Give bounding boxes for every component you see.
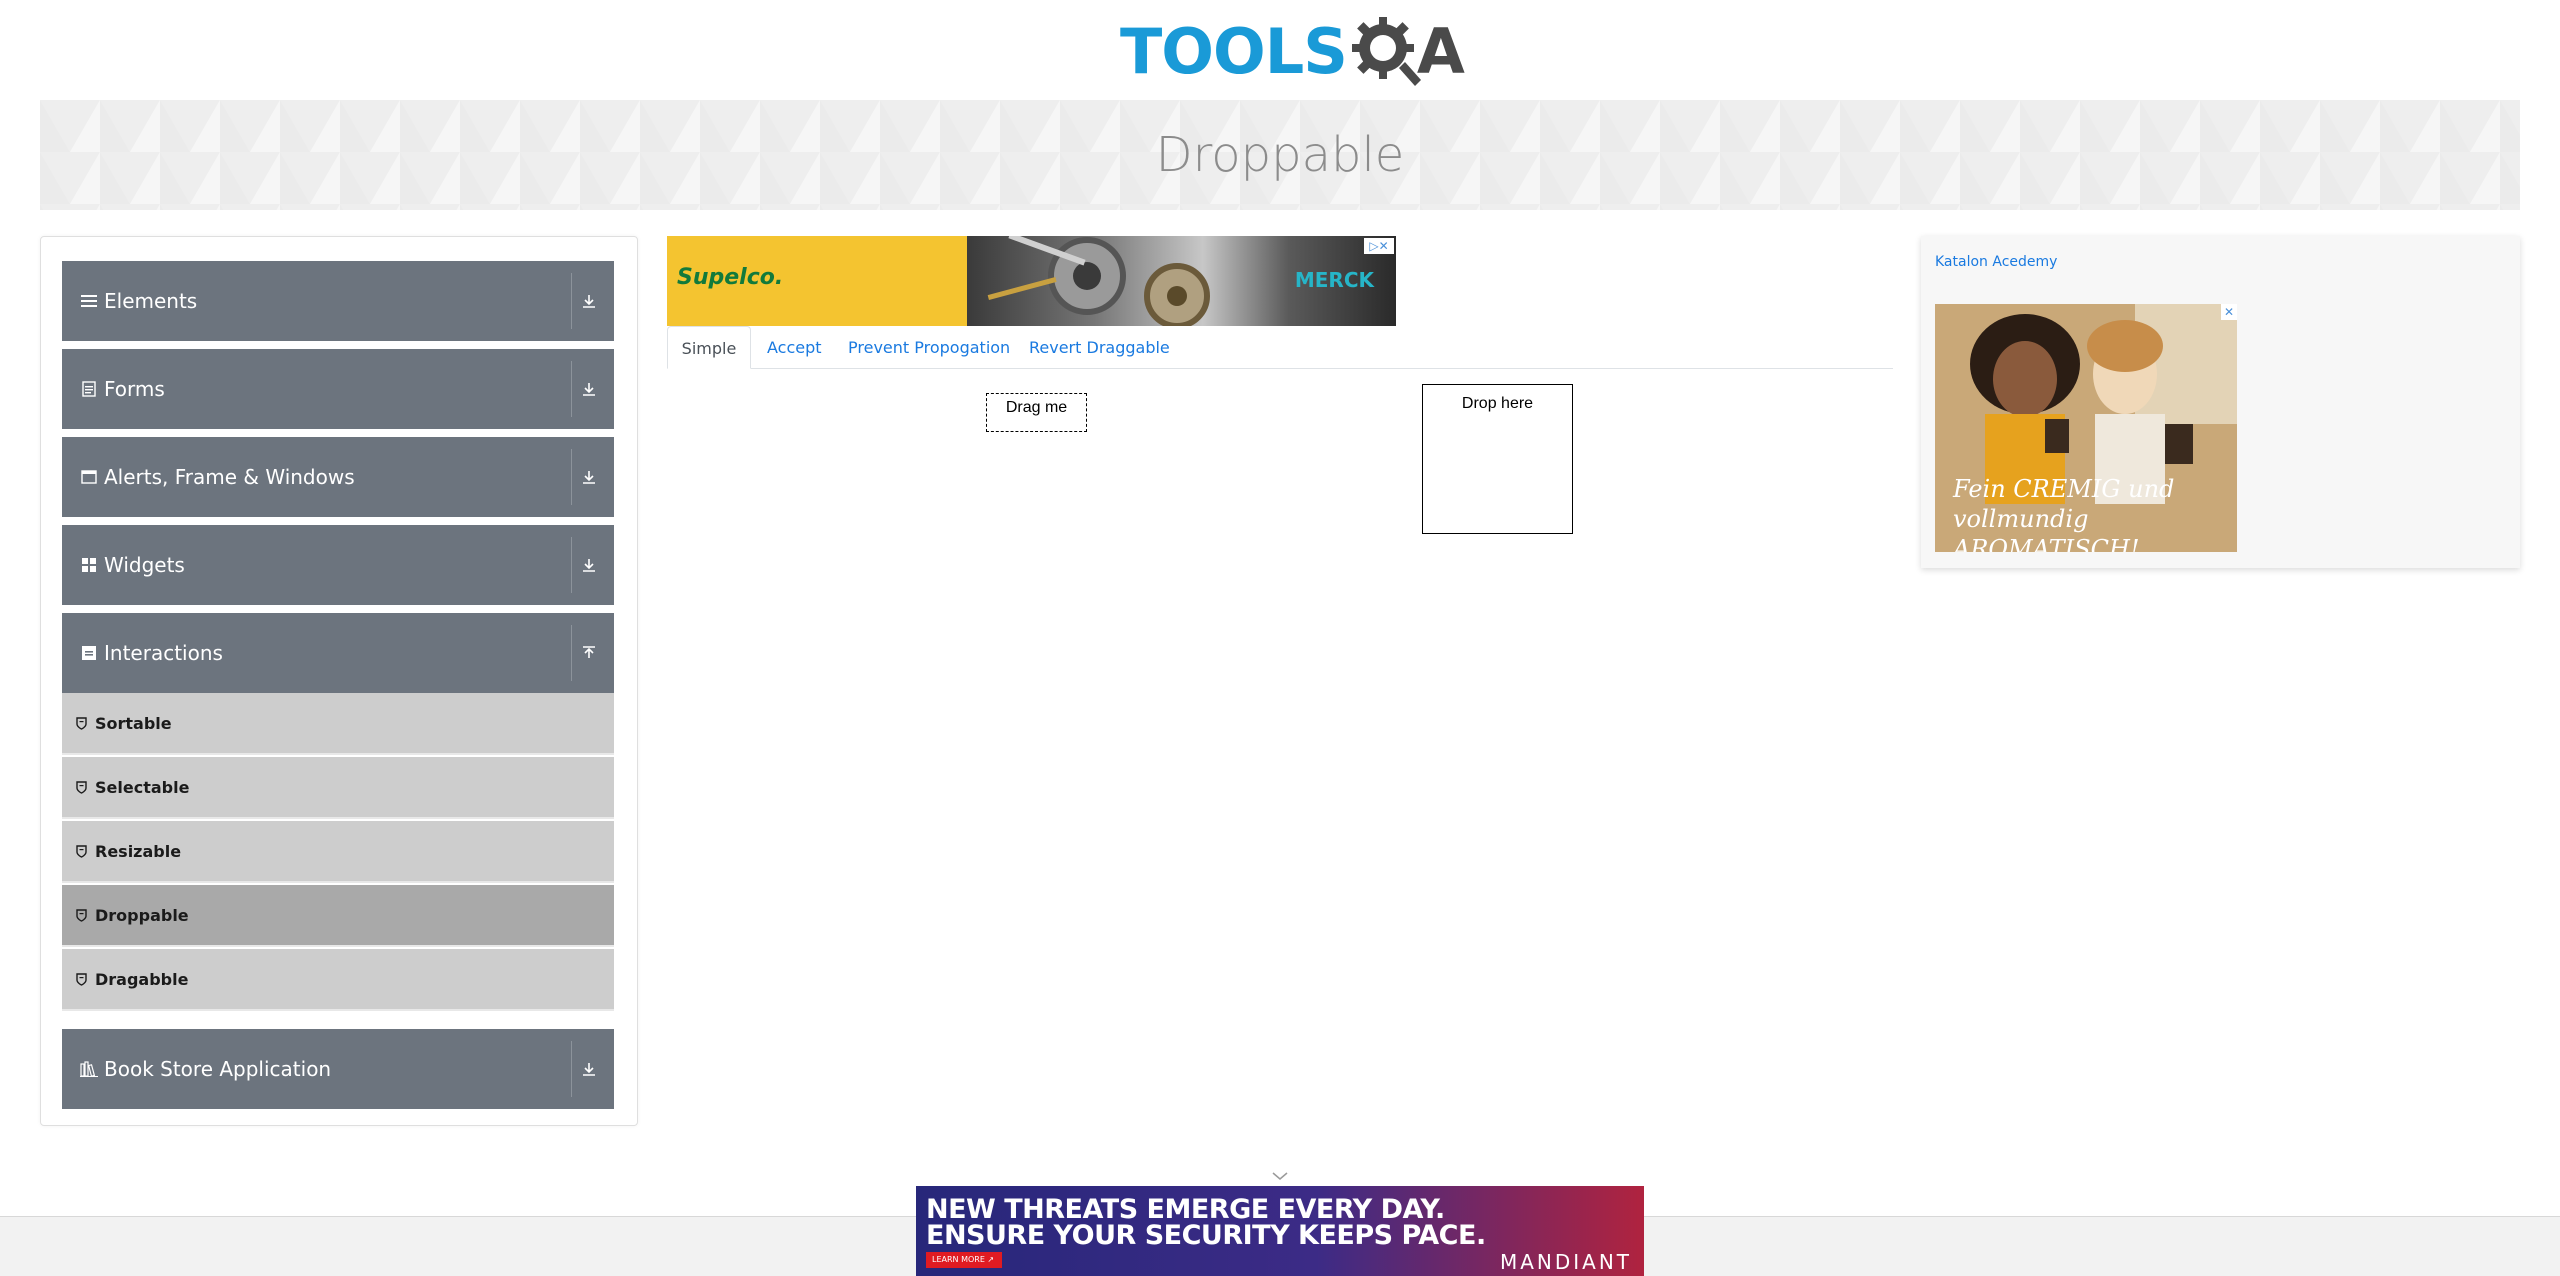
ad-image[interactable]: ✕ Fein CREMIG und vollmundig AROMATISCH! — [1935, 304, 2237, 552]
sidebar-item-droppable[interactable]: Droppable — [62, 885, 614, 947]
logo-text-a: A — [1416, 14, 1465, 88]
sidebar-group-label: Forms — [104, 377, 165, 401]
download-arrow-icon[interactable] — [572, 349, 606, 429]
widgets-grid-icon — [80, 556, 98, 574]
sidebar-item-label: Selectable — [95, 777, 190, 797]
sidebar-group-interactions[interactable]: Interactions — [62, 613, 614, 693]
sidebar-group-widgets[interactable]: Widgets — [62, 525, 614, 605]
shield-icon — [75, 780, 87, 794]
sidebar-group-label: Alerts, Frame & Windows — [104, 465, 355, 489]
sidebar-group-label: Elements — [104, 289, 198, 313]
sidebar-item-label: Dragabble — [95, 969, 189, 989]
ad-partner: MERCK — [1294, 268, 1374, 292]
gear-magnifier-icon — [1351, 17, 1421, 86]
hamburger-icon — [80, 292, 98, 310]
draggable-box[interactable]: Drag me — [986, 393, 1087, 432]
toolsqa-logo[interactable]: TOOLS A — [1120, 14, 1465, 88]
sidebar-item-label: Resizable — [95, 841, 182, 861]
ad-brand: Supelco. — [677, 265, 784, 290]
left-sidebar: Elements Forms Alerts, Frame & Windows W… — [40, 236, 638, 1126]
page-banner: Droppable — [40, 100, 2520, 210]
sidebar-item-label: Sortable — [95, 713, 172, 733]
book-store-icon — [80, 1060, 98, 1078]
tab-simple[interactable]: Simple — [667, 326, 751, 369]
ad-headline-line2: ENSURE YOUR SECURITY KEEPS PACE. — [926, 1220, 1486, 1251]
sidebar-item-resizable[interactable]: Resizable — [62, 821, 614, 883]
download-arrow-icon[interactable] — [572, 525, 606, 605]
ad-tagline: Fein CREMIG und vollmundig AROMATISCH! — [1953, 475, 2175, 552]
droppable-target[interactable]: Drop here — [1422, 384, 1573, 534]
page-title: Droppable — [1155, 127, 1405, 183]
sidebar-group-book-store[interactable]: Book Store Application — [62, 1029, 614, 1109]
katalon-ad-link[interactable]: Katalon Acedemy — [1935, 254, 2057, 270]
header: TOOLS A — [0, 0, 2560, 96]
sidebar-group-label: Book Store Application — [104, 1057, 332, 1081]
sidebar-group-alerts[interactable]: Alerts, Frame & Windows — [62, 437, 614, 517]
chevron-down-icon[interactable] — [1270, 1170, 1290, 1182]
ad-close-icon[interactable]: ✕ — [2221, 304, 2237, 320]
shield-icon — [75, 908, 87, 922]
form-icon — [80, 380, 98, 398]
right-advertisement: Katalon Acedemy ✕ Fein CREMIG und vollmu… — [1921, 236, 2520, 568]
tab-revert-draggable[interactable]: Revert Draggable — [1029, 326, 1170, 369]
sidebar-item-label: Droppable — [95, 905, 189, 925]
sidebar-group-elements[interactable]: Elements — [62, 261, 614, 341]
sidebar-item-dragabble[interactable]: Dragabble — [62, 949, 614, 1011]
ad-brand: MANDIANT — [1499, 1250, 1632, 1274]
shield-icon — [75, 972, 87, 986]
window-icon — [80, 468, 98, 486]
learn-more-button[interactable]: LEARN MORE ↗ — [926, 1252, 1002, 1268]
shield-icon — [75, 844, 87, 858]
download-arrow-icon[interactable] — [572, 437, 606, 517]
droppable-tabs: Simple Accept Prevent Propogation Revert… — [667, 326, 1893, 369]
sidebar-group-label: Interactions — [104, 641, 223, 665]
download-arrow-icon[interactable] — [572, 1029, 606, 1109]
top-advertisement[interactable]: Supelco. MERCK ▷✕ — [667, 236, 1396, 326]
upload-arrow-icon[interactable] — [572, 613, 606, 693]
shield-icon — [75, 716, 87, 730]
bottom-advertisement[interactable]: NEW THREATS EMERGE EVERY DAY. ENSURE YOU… — [916, 1186, 1644, 1276]
sidebar-group-label: Widgets — [104, 553, 185, 577]
logo-text: TOOLS — [1120, 14, 1348, 88]
interactions-icon — [80, 644, 98, 662]
sidebar-item-selectable[interactable]: Selectable — [62, 757, 614, 819]
ad-close-icon[interactable]: ▷✕ — [1364, 238, 1394, 254]
tab-accept[interactable]: Accept — [767, 326, 822, 369]
download-arrow-icon[interactable] — [572, 261, 606, 341]
tab-prevent-propogation[interactable]: Prevent Propogation — [848, 326, 1010, 369]
sidebar-item-sortable[interactable]: Sortable — [62, 693, 614, 755]
sidebar-group-forms[interactable]: Forms — [62, 349, 614, 429]
